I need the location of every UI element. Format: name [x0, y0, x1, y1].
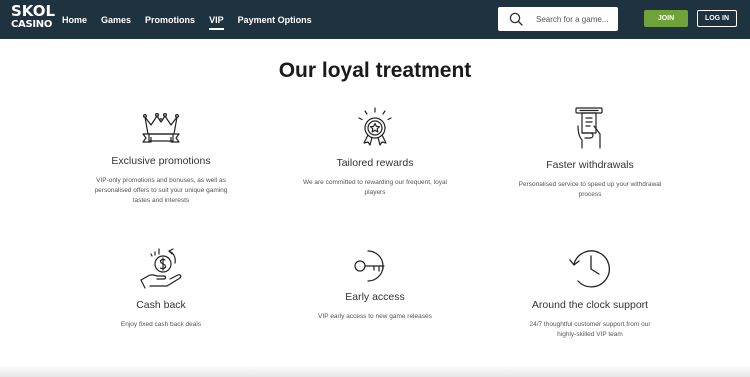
nav-home[interactable]: Home [62, 15, 87, 25]
feature-title: Around the clock support [531, 299, 649, 311]
clock-icon [569, 250, 610, 288]
feature-description: We are committed to rewarding our freque… [302, 179, 448, 196]
feature-title: Cash back [136, 299, 186, 311]
feature-description: 24/7 thoughtful customer support from ou… [529, 321, 651, 338]
feature-early-access: Early access VIP early access to new gam… [275, 248, 475, 322]
nav-promotions[interactable]: Promotions [145, 15, 195, 25]
feature-description: VIP-only promotions and bonuses, as well… [94, 177, 228, 204]
nav-vip[interactable]: VIP [209, 15, 224, 30]
atm-withdrawal-icon [575, 107, 603, 149]
award-medal-icon [358, 107, 392, 146]
feature-description: VIP early access to new game releases [318, 313, 432, 320]
join-button[interactable]: JOIN [644, 10, 688, 27]
feature-title: Faster withdrawals [546, 159, 634, 171]
top-navigation-bar: SKOL CASINO Home Games Promotions VIP Pa… [0, 0, 750, 39]
feature-exclusive-promotions: Exclusive promotions VIP-only promotions… [61, 108, 261, 206]
nav-payment-options[interactable]: Payment Options [238, 15, 312, 25]
logo-line-2: CASINO [11, 19, 53, 30]
feature-faster-withdrawals: Faster withdrawals Personalised service … [490, 104, 690, 200]
page-bottom-edge [0, 365, 750, 377]
skol-casino-logo[interactable]: SKOL CASINO [11, 2, 56, 34]
search-box[interactable] [498, 7, 618, 31]
feature-title: Exclusive promotions [111, 155, 211, 167]
search-input[interactable] [536, 14, 616, 24]
feature-description: Enjoy fixed cash back deals [120, 321, 202, 328]
feature-around-the-clock-support: Around the clock support 24/7 thoughtful… [490, 244, 690, 340]
main-nav: Home Games Promotions VIP Payment Option… [62, 0, 326, 39]
search-icon [509, 12, 523, 26]
feature-description: Personalised service to speed up your wi… [518, 181, 662, 198]
nav-games[interactable]: Games [101, 15, 131, 25]
logo-line-1: SKOL [11, 2, 56, 20]
feature-cash-back: Cash back Enjoy fixed cash back deals [61, 246, 261, 330]
key-icon [354, 250, 385, 282]
cash-back-hand-icon [140, 248, 182, 289]
crown-icon [142, 112, 180, 143]
feature-tailored-rewards: Tailored rewards We are committed to rew… [275, 106, 475, 198]
page-heading: Our loyal treatment [278, 59, 472, 82]
login-button[interactable]: LOG IN [697, 10, 737, 27]
feature-title: Tailored rewards [336, 157, 414, 169]
feature-title: Early access [345, 291, 405, 303]
